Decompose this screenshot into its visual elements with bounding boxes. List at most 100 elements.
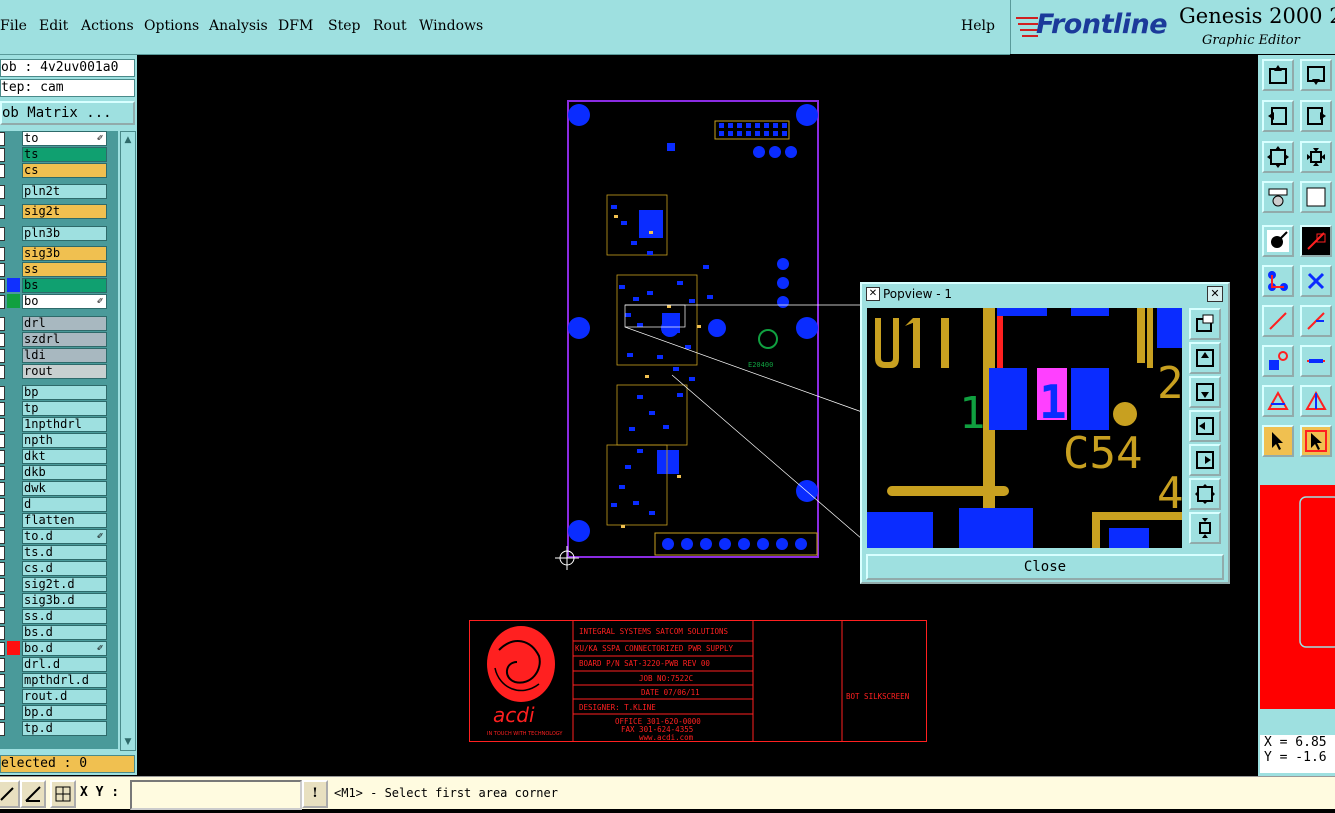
layer-name[interactable]: sig3b.d xyxy=(22,593,107,608)
layer-color-swatch[interactable] xyxy=(7,673,20,687)
layer-checkbox[interactable] xyxy=(0,706,5,720)
status-snap-button[interactable] xyxy=(20,780,46,808)
layer-color-swatch[interactable] xyxy=(7,364,20,378)
layer-color-swatch[interactable] xyxy=(7,465,20,479)
layer-row[interactable]: szdrl xyxy=(0,332,107,347)
layer-color-swatch[interactable] xyxy=(7,385,20,399)
layer-checkbox[interactable] xyxy=(0,333,5,347)
layer-row[interactable]: d xyxy=(0,497,107,512)
toolbar-triangle2-button[interactable] xyxy=(1300,385,1332,417)
layer-row[interactable]: npth xyxy=(0,433,107,448)
layer-color-swatch[interactable] xyxy=(7,481,20,495)
menu-actions[interactable]: Actions xyxy=(81,18,134,34)
toolbar-triangle-button[interactable] xyxy=(1262,385,1294,417)
layer-color-swatch[interactable] xyxy=(7,131,20,145)
pv-pan-left-button[interactable] xyxy=(1189,410,1221,442)
layer-color-swatch[interactable] xyxy=(7,401,20,415)
layer-name[interactable]: bo.d ✐ xyxy=(22,641,107,656)
layer-name[interactable]: ts xyxy=(22,147,107,162)
layer-checkbox[interactable] xyxy=(0,227,5,241)
layer-name[interactable]: tp xyxy=(22,401,107,416)
layer-name[interactable]: bp.d xyxy=(22,705,107,720)
layer-color-swatch[interactable] xyxy=(7,262,20,276)
toolbar-connect-button[interactable] xyxy=(1262,265,1294,297)
toolbar-display-button[interactable] xyxy=(1300,181,1332,213)
layer-checkbox[interactable] xyxy=(0,690,5,704)
layer-name[interactable]: bo ✐ xyxy=(22,294,107,309)
layer-name[interactable]: dwk xyxy=(22,481,107,496)
toolbar-measure-button[interactable] xyxy=(1300,345,1332,377)
layer-row[interactable]: sig3b xyxy=(0,246,107,261)
layer-row[interactable]: ss.d xyxy=(0,609,107,624)
layer-checkbox[interactable] xyxy=(0,386,5,400)
layer-checkbox[interactable] xyxy=(0,562,5,576)
menu-dfm[interactable]: DFM xyxy=(278,18,313,34)
toolbar-zoom-fit-button[interactable] xyxy=(1262,141,1294,173)
layer-checkbox[interactable] xyxy=(0,279,5,293)
layer-checkbox[interactable] xyxy=(0,263,5,277)
layer-checkbox[interactable] xyxy=(0,148,5,162)
layer-checkbox[interactable] xyxy=(0,482,5,496)
layer-row[interactable]: rout xyxy=(0,364,107,379)
layer-checkbox[interactable] xyxy=(0,434,5,448)
layer-color-swatch[interactable] xyxy=(7,513,20,527)
layer-checkbox[interactable] xyxy=(0,674,5,688)
toolbar-graphic-control-button[interactable] xyxy=(1262,181,1294,213)
layer-row[interactable]: rout.d xyxy=(0,689,107,704)
layer-checkbox[interactable] xyxy=(0,626,5,640)
menu-file[interactable]: File xyxy=(0,18,27,34)
layer-color-swatch[interactable] xyxy=(7,609,20,623)
layer-color-swatch[interactable] xyxy=(7,163,20,177)
layer-checkbox[interactable] xyxy=(0,317,5,331)
layer-row[interactable]: sig2t xyxy=(0,204,107,219)
layer-row[interactable]: 1npthdrl xyxy=(0,417,107,432)
layer-checkbox[interactable] xyxy=(0,185,5,199)
layer-checkbox[interactable] xyxy=(0,402,5,416)
menu-windows[interactable]: Windows xyxy=(419,18,483,34)
toolbar-add-line-button[interactable] xyxy=(1300,225,1332,257)
layer-name[interactable]: sig2t.d xyxy=(22,577,107,592)
layer-color-swatch[interactable] xyxy=(7,449,20,463)
layer-row[interactable]: pln2t xyxy=(0,184,107,199)
layer-checkbox[interactable] xyxy=(0,642,5,656)
toolbar-zoom-out-button[interactable] xyxy=(1300,141,1332,173)
layer-name[interactable]: ts.d xyxy=(22,545,107,560)
layer-checkbox[interactable] xyxy=(0,610,5,624)
layer-checkbox[interactable] xyxy=(0,498,5,512)
layer-row[interactable]: bp xyxy=(0,385,107,400)
layer-name[interactable]: drl.d xyxy=(22,657,107,672)
layer-color-swatch[interactable] xyxy=(7,689,20,703)
layer-name[interactable]: pln3b xyxy=(22,226,107,241)
layer-name[interactable]: npth xyxy=(22,433,107,448)
layer-row[interactable]: drl xyxy=(0,316,107,331)
popview-close-button[interactable]: Close xyxy=(866,554,1224,580)
layer-name[interactable]: pln2t xyxy=(22,184,107,199)
layer-name[interactable]: to.d ✐ xyxy=(22,529,107,544)
info-icon[interactable]: ! xyxy=(302,780,328,808)
layer-row[interactable]: bs xyxy=(0,278,107,293)
layer-row[interactable]: to.d ✐ xyxy=(0,529,107,544)
layer-row[interactable]: ss xyxy=(0,262,107,277)
toolbar-draw-line2-button[interactable] xyxy=(1300,305,1332,337)
toolbar-select-area-button[interactable] xyxy=(1300,425,1332,457)
toolbar-pad-button[interactable] xyxy=(1262,345,1294,377)
layer-checkbox[interactable] xyxy=(0,722,5,736)
layer-checkbox[interactable] xyxy=(0,295,5,309)
layer-color-swatch[interactable] xyxy=(7,147,20,161)
layer-checkbox[interactable] xyxy=(0,578,5,592)
layer-row[interactable]: bs.d xyxy=(0,625,107,640)
scroll-up-icon[interactable]: ▲ xyxy=(122,134,134,146)
job-matrix-button[interactable]: ob Matrix ... xyxy=(0,101,135,125)
layer-name[interactable]: sig3b xyxy=(22,246,107,261)
layer-row[interactable]: to ✐ xyxy=(0,131,107,146)
layer-name[interactable]: ldi xyxy=(22,348,107,363)
pv-zoom-home-button[interactable] xyxy=(1189,308,1221,340)
layer-name[interactable]: ss.d xyxy=(22,609,107,624)
layer-row[interactable]: dkb xyxy=(0,465,107,480)
layer-name[interactable]: szdrl xyxy=(22,332,107,347)
layer-checkbox[interactable] xyxy=(0,658,5,672)
layer-name[interactable]: dkt xyxy=(22,449,107,464)
pv-zoom-in-button[interactable] xyxy=(1189,478,1221,510)
layer-name[interactable]: mpthdrl.d xyxy=(22,673,107,688)
layer-row[interactable]: ts xyxy=(0,147,107,162)
